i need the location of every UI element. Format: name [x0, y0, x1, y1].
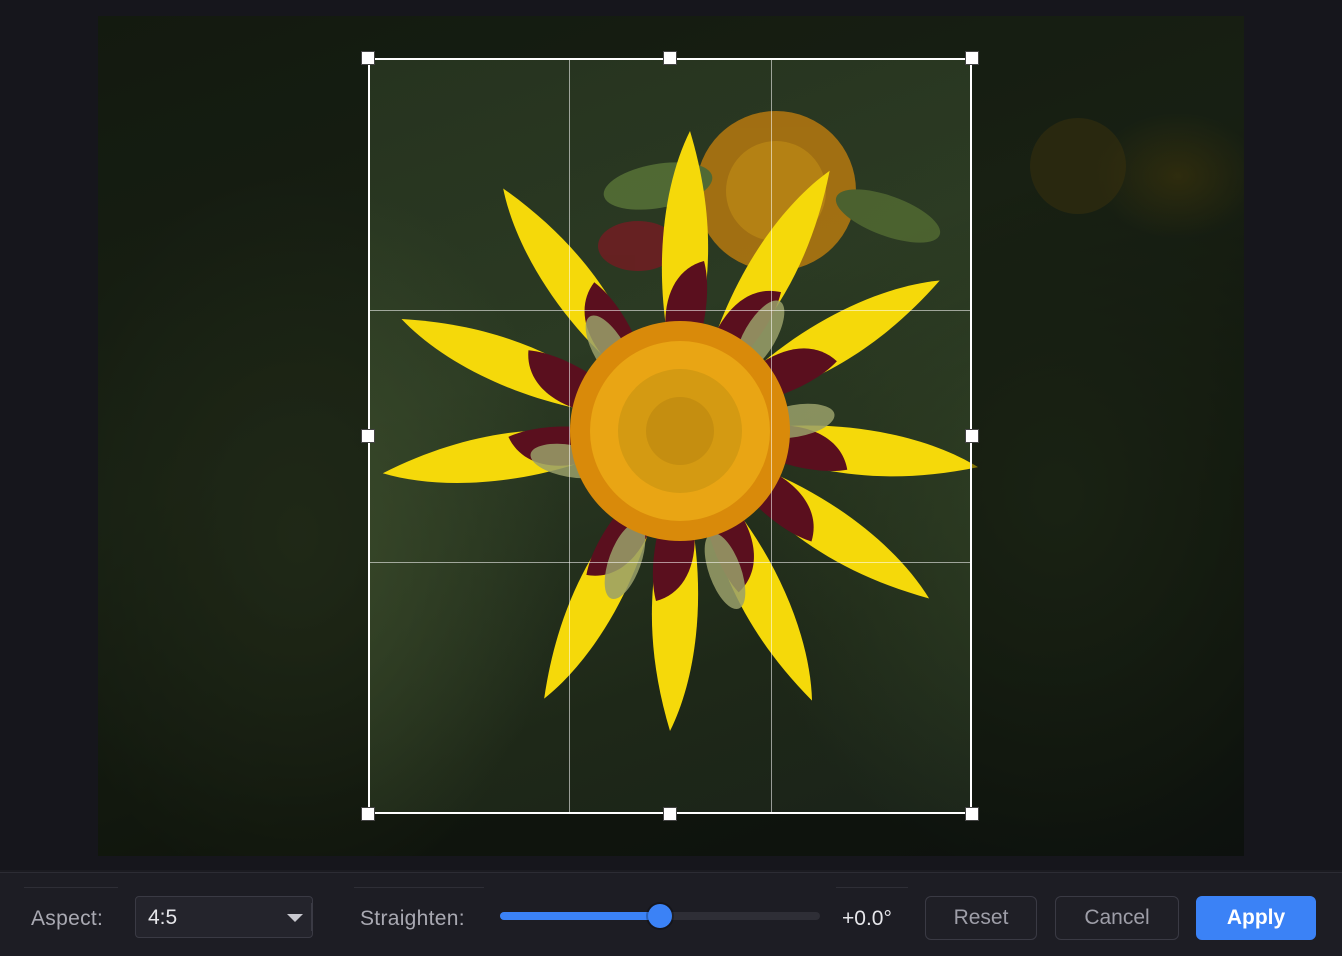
grid-line-vertical-2: [771, 60, 772, 812]
apply-button[interactable]: Apply: [1196, 896, 1316, 940]
grid-line-horizontal-1: [370, 310, 970, 311]
grid-line-vertical-1: [569, 60, 570, 812]
crop-mask-right: [972, 16, 1244, 856]
straighten-label: Straighten:: [360, 907, 465, 930]
aspect-label: Aspect:: [31, 907, 104, 930]
crop-frame[interactable]: [368, 58, 972, 814]
straighten-slider[interactable]: [500, 904, 820, 928]
crop-handle-bottom[interactable]: [663, 807, 677, 821]
crop-mask-left: [98, 16, 368, 856]
crop-handle-bottom-right[interactable]: [965, 807, 979, 821]
crop-toolbar: Aspect: 4:5 Straighten: +0.0° Reset Canc…: [0, 872, 1342, 956]
crop-handle-top[interactable]: [663, 51, 677, 65]
crop-handle-top-left[interactable]: [361, 51, 375, 65]
toolbar-divider: [836, 887, 908, 888]
chevron-down-icon: [287, 914, 303, 922]
crop-handle-bottom-left[interactable]: [361, 807, 375, 821]
cancel-button[interactable]: Cancel: [1055, 896, 1179, 940]
grid-line-horizontal-2: [370, 562, 970, 563]
crop-handle-top-right[interactable]: [965, 51, 979, 65]
reset-button[interactable]: Reset: [925, 896, 1037, 940]
slider-fill: [500, 912, 660, 920]
crop-handle-right[interactable]: [965, 429, 979, 443]
toolbar-divider: [24, 887, 118, 888]
select-divider: [311, 903, 312, 931]
straighten-value: +0.0°: [842, 907, 892, 930]
slider-thumb[interactable]: [648, 904, 672, 928]
toolbar-divider: [354, 887, 484, 888]
editor-canvas: [0, 0, 1342, 870]
aspect-select-value: 4:5: [148, 906, 178, 929]
crop-handle-left[interactable]: [361, 429, 375, 443]
aspect-select[interactable]: 4:5: [135, 896, 313, 938]
